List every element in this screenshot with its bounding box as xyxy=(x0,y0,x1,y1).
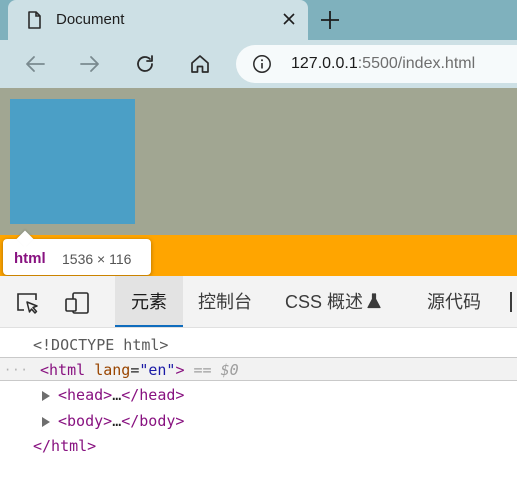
gutter-dots: ··· xyxy=(4,363,29,377)
selected-node-marker: == $0 xyxy=(193,361,239,379)
tab-console[interactable]: 控制台 xyxy=(198,276,252,327)
url-rest: :5500/index.html xyxy=(357,55,476,72)
dom-node-body[interactable]: <body>…</body> xyxy=(0,409,517,433)
expand-triangle-icon[interactable] xyxy=(42,390,50,401)
body-open: <body> xyxy=(58,412,113,430)
info-icon[interactable] xyxy=(252,54,272,74)
inspect-element-icon[interactable] xyxy=(14,290,42,316)
blue-box-element[interactable] xyxy=(10,99,135,224)
experiment-flask-icon xyxy=(367,293,381,309)
html-close-tag: </html> xyxy=(33,437,97,455)
body-ellipsis: … xyxy=(112,412,122,430)
tooltip-tag-name: html xyxy=(14,250,46,267)
devtools-panel: 元素 控制台 CSS 概述 源代码 <!DOCTYPE html> ··· <h… xyxy=(0,276,517,480)
devtools-tab-bar: 元素 控制台 CSS 概述 源代码 xyxy=(0,276,517,328)
home-icon[interactable] xyxy=(187,51,213,77)
head-ellipsis: … xyxy=(112,386,122,404)
tab-sources[interactable]: 源代码 xyxy=(427,276,481,327)
document-icon xyxy=(24,10,44,30)
tab-elements[interactable]: 元素 xyxy=(115,276,183,327)
dom-tree: <!DOCTYPE html> ··· <html lang="en"> == … xyxy=(0,328,517,480)
dom-node-head[interactable]: <head>…</head> xyxy=(0,383,517,407)
dom-node-html-selected[interactable]: ··· <html lang="en"> == $0 xyxy=(0,357,517,381)
close-icon[interactable] xyxy=(278,8,300,30)
tab-overflow-edge xyxy=(510,292,512,312)
doctype-text: <!DOCTYPE html> xyxy=(33,336,169,354)
body-close: </body> xyxy=(121,412,185,430)
html-attr-eq: = xyxy=(130,361,140,379)
head-close: </head> xyxy=(121,386,185,404)
dom-node-doctype[interactable]: <!DOCTYPE html> xyxy=(0,333,517,357)
back-arrow-icon[interactable] xyxy=(22,51,48,77)
tooltip-dimensions: 1536 × 116 xyxy=(62,251,132,267)
refresh-icon[interactable] xyxy=(132,51,158,77)
element-inspect-tooltip: html 1536 × 116 xyxy=(3,230,151,275)
tab-css-overview-label: CSS 概述 xyxy=(285,292,364,312)
url-host: 127.0.0.1 xyxy=(291,55,358,72)
html-attr-value: "en" xyxy=(139,361,176,379)
browser-tab-document[interactable]: Document xyxy=(8,0,308,40)
html-open-end: > xyxy=(175,361,185,379)
device-emulation-icon[interactable] xyxy=(64,290,92,316)
forward-arrow-icon[interactable] xyxy=(77,51,103,77)
tab-strip: Document xyxy=(0,0,517,40)
html-open-tag: <html xyxy=(40,361,86,379)
expand-triangle-icon[interactable] xyxy=(42,416,50,427)
new-tab-plus-icon[interactable] xyxy=(318,8,342,32)
url-text[interactable]: 127.0.0.1:5500/index.html xyxy=(291,55,475,73)
html-attr-name: lang xyxy=(94,361,131,379)
head-open: <head> xyxy=(58,386,113,404)
tab-css-overview[interactable]: CSS 概述 xyxy=(285,276,381,327)
address-bar[interactable]: 127.0.0.1:5500/index.html xyxy=(236,45,517,83)
browser-toolbar: 127.0.0.1:5500/index.html xyxy=(0,40,517,88)
dom-node-html-close[interactable]: </html> xyxy=(0,434,517,458)
tab-title: Document xyxy=(56,11,125,28)
